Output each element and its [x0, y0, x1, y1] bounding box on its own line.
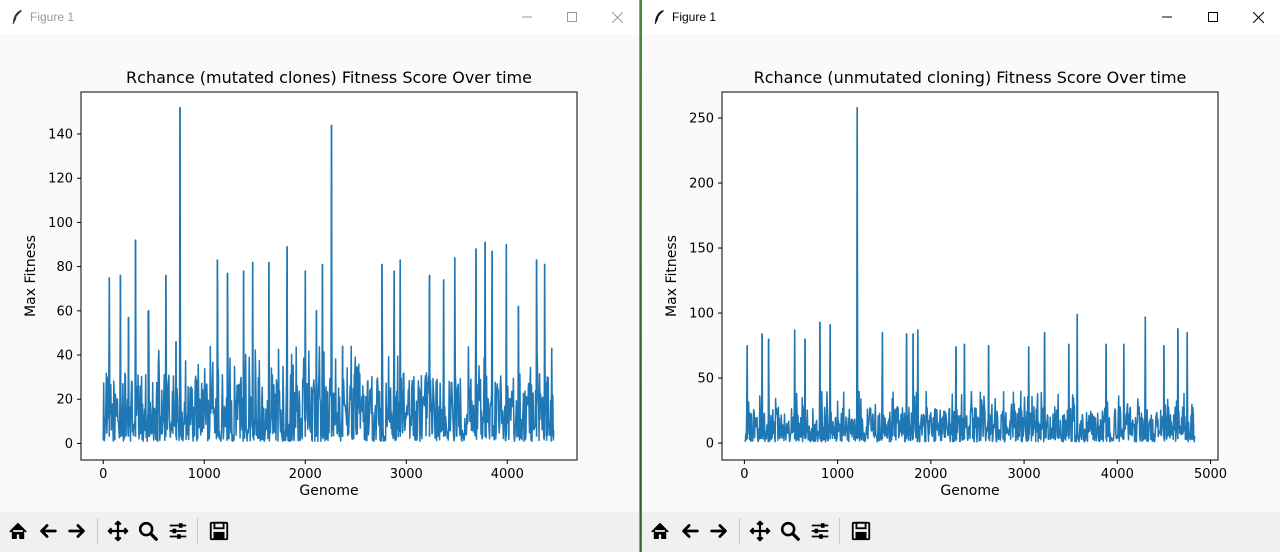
y-tick-label: 0: [706, 437, 714, 452]
subplots-icon: [811, 523, 829, 539]
home-button[interactable]: [4, 517, 32, 545]
figure-canvas[interactable]: Rchance (unmutated cloning) Fitness Scor…: [642, 34, 1280, 512]
save-icon: [851, 521, 871, 541]
title-bar[interactable]: Figure 1: [642, 0, 1280, 34]
back-arrow-button[interactable]: [676, 517, 704, 545]
maximize-button[interactable]: [1190, 0, 1236, 34]
zoom-button[interactable]: [134, 517, 162, 545]
title-bar[interactable]: Figure 1: [0, 0, 639, 34]
y-tick-label: 250: [689, 112, 714, 127]
y-tick-label: 200: [689, 177, 714, 192]
x-tick-label: 5000: [1194, 467, 1227, 482]
back-arrow-icon: [40, 524, 57, 538]
maximize-button[interactable]: [549, 0, 595, 34]
toolbar-separator: [739, 518, 740, 544]
y-tick-label: 80: [56, 260, 73, 275]
minimize-icon: [1162, 16, 1172, 18]
x-tick-label: 3000: [1008, 467, 1041, 482]
close-button[interactable]: [594, 0, 640, 34]
x-axis-label: Genome: [299, 483, 358, 499]
forward-arrow-button[interactable]: [705, 517, 733, 545]
figure-window-2: Figure 1 Rchance (unmutated cloning) Fit…: [641, 0, 1280, 552]
y-tick-label: 150: [689, 242, 714, 257]
subplots-icon: [169, 523, 187, 539]
x-tick-label: 1000: [821, 467, 854, 482]
window-title: Figure 1: [672, 10, 717, 24]
zoom-icon: [780, 521, 800, 541]
x-axis-label: Genome: [940, 483, 999, 499]
y-tick-label: 50: [697, 372, 714, 387]
chart-svg: Rchance (unmutated cloning) Fitness Scor…: [664, 68, 1227, 499]
x-tick-label: 2000: [914, 467, 947, 482]
forward-arrow-button[interactable]: [63, 517, 91, 545]
chart-title: Rchance (unmutated cloning) Fitness Scor…: [754, 68, 1187, 87]
subplots-button[interactable]: [806, 517, 834, 545]
y-tick-label: 100: [48, 216, 73, 231]
subplots-button[interactable]: [164, 517, 192, 545]
close-button[interactable]: [1235, 0, 1280, 34]
x-tick-label: 4000: [1101, 467, 1134, 482]
y-tick-label: 40: [56, 349, 73, 364]
y-tick-label: 120: [48, 172, 73, 187]
save-button[interactable]: [847, 517, 875, 545]
save-icon: [209, 521, 229, 541]
x-tick-label: 2000: [289, 467, 322, 482]
feather-icon: [654, 10, 664, 25]
pan-icon: [107, 520, 129, 542]
close-icon: [1252, 11, 1264, 23]
chart-svg: Rchance (mutated clones) Fitness Score O…: [23, 68, 578, 499]
zoom-button[interactable]: [776, 517, 804, 545]
y-tick-label: 0: [65, 437, 73, 452]
x-tick-label: 0: [740, 467, 748, 482]
pan-button[interactable]: [104, 517, 132, 545]
home-icon: [9, 522, 27, 540]
maximize-icon: [1208, 12, 1218, 22]
toolbar-separator: [839, 518, 840, 544]
toolbar-separator: [197, 518, 198, 544]
pan-button[interactable]: [746, 517, 774, 545]
y-axis-label: Max Fitness: [664, 235, 680, 317]
forward-arrow-icon: [710, 524, 727, 538]
minimize-button[interactable]: [1144, 0, 1190, 34]
back-arrow-button[interactable]: [34, 517, 62, 545]
maximize-icon: [567, 12, 577, 22]
forward-arrow-icon: [68, 524, 85, 538]
figure-window-1: Figure 1 Rchance (mutated clones) Fitnes…: [0, 0, 640, 552]
x-tick-label: 1000: [188, 467, 221, 482]
zoom-icon: [138, 521, 158, 541]
feather-icon: [12, 10, 22, 25]
close-icon: [611, 11, 623, 23]
minimize-button[interactable]: [504, 0, 550, 34]
pan-icon: [749, 520, 771, 542]
chart-title: Rchance (mutated clones) Fitness Score O…: [126, 68, 532, 87]
home-button[interactable]: [646, 517, 674, 545]
y-axis-label: Max Fitness: [23, 235, 39, 317]
minimize-icon: [522, 16, 532, 18]
x-tick-label: 0: [99, 467, 107, 482]
navigation-toolbar: [642, 512, 1280, 552]
y-tick-label: 60: [56, 304, 73, 319]
window-title: Figure 1: [30, 10, 75, 24]
figure-canvas[interactable]: Rchance (mutated clones) Fitness Score O…: [0, 34, 639, 512]
save-button[interactable]: [205, 517, 233, 545]
home-icon: [651, 522, 669, 540]
back-arrow-icon: [682, 524, 699, 538]
x-tick-label: 4000: [491, 467, 524, 482]
x-tick-label: 3000: [390, 467, 423, 482]
y-tick-label: 100: [689, 307, 714, 322]
y-tick-label: 140: [48, 127, 73, 142]
y-tick-label: 20: [56, 393, 73, 408]
navigation-toolbar: [0, 512, 639, 552]
toolbar-separator: [97, 518, 98, 544]
